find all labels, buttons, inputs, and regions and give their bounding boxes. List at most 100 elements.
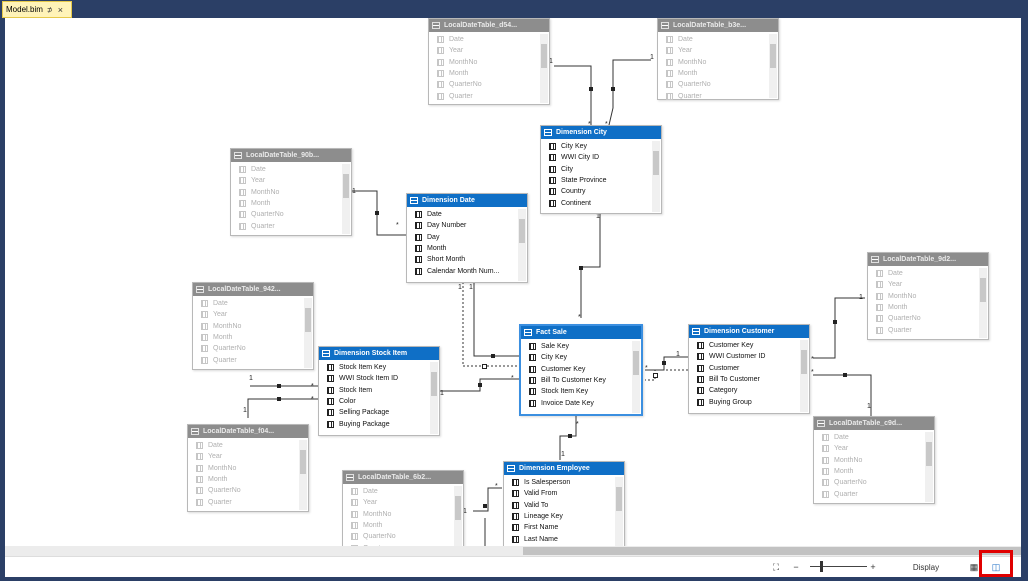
column-row[interactable]: Date (201, 298, 303, 309)
table-header[interactable]: Fact Sale (521, 326, 641, 339)
column-row[interactable]: Sale Key (529, 341, 631, 352)
column-row[interactable]: State Province (549, 175, 651, 186)
table-scrollbar[interactable] (342, 164, 350, 234)
column-row[interactable]: Date (666, 34, 768, 45)
scroll-thumb[interactable] (305, 308, 311, 332)
column-row[interactable]: Month (196, 474, 298, 485)
zoom-out-button[interactable]: − (791, 559, 801, 575)
column-row[interactable]: Date (876, 268, 978, 279)
table-header[interactable]: Dimension Employee (504, 462, 624, 475)
scroll-thumb[interactable] (980, 278, 986, 302)
table-localdatetable-9d2[interactable]: LocalDateTable_9d2... Date Year MonthNo Mon… (867, 252, 989, 340)
column-row[interactable]: QuarterNo (351, 531, 453, 542)
zoom-slider-track[interactable] (810, 566, 867, 567)
scroll-thumb[interactable] (300, 450, 306, 474)
zoom-in-button[interactable]: + (868, 559, 878, 575)
column-row[interactable]: Stock Item (327, 385, 429, 396)
table-header[interactable]: LocalDateTable_f04... (188, 425, 308, 438)
column-row[interactable]: Date (351, 486, 453, 497)
table-scrollbar[interactable] (299, 440, 307, 510)
table-header[interactable]: Dimension Customer (689, 325, 809, 338)
column-row[interactable]: Short Month (415, 254, 517, 265)
table-header[interactable]: Dimension City (541, 126, 661, 139)
table-scrollbar[interactable] (615, 477, 623, 546)
tab-model-bim[interactable]: Model.bim ⊅ × (2, 1, 72, 18)
column-row[interactable]: Year (239, 175, 341, 186)
column-row[interactable]: MonthNo (822, 455, 924, 466)
column-row[interactable]: QuarterNo (239, 209, 341, 220)
column-row[interactable]: Stock Item Key (529, 386, 631, 397)
scroll-thumb[interactable] (523, 547, 1021, 555)
column-row[interactable]: Quarter (196, 496, 298, 507)
column-row[interactable]: Year (822, 443, 924, 454)
column-row[interactable]: Customer (697, 363, 799, 374)
column-row[interactable]: QuarterNo (437, 79, 539, 90)
table-scrollbar[interactable] (800, 340, 808, 412)
table-fact-sale[interactable]: Fact Sale Sale Key City Key Customer Key Bi… (519, 324, 643, 416)
scroll-thumb[interactable] (519, 219, 525, 243)
column-row[interactable]: QuarterNo (876, 313, 978, 324)
column-row[interactable]: Quarter (201, 354, 303, 365)
column-row[interactable]: Date (822, 432, 924, 443)
scroll-thumb[interactable] (343, 174, 349, 198)
column-row[interactable]: WWI Stock Item ID (327, 373, 429, 384)
table-localdatetable-b3e[interactable]: LocalDateTable_b3e... Date Year MonthNo Mon… (657, 18, 779, 100)
table-scrollbar[interactable] (769, 34, 777, 98)
column-row[interactable]: Bill To Customer Key (529, 375, 631, 386)
table-dimension-city[interactable]: Dimension City City Key WWI City ID City St… (540, 125, 662, 214)
table-scrollbar[interactable] (979, 268, 987, 338)
column-row[interactable]: Day Number (415, 220, 517, 231)
table-localdatetable-90b[interactable]: LocalDateTable_90b... Date Year MonthNo Mon… (230, 148, 352, 236)
column-row[interactable]: MonthNo (437, 57, 539, 68)
column-row[interactable]: Quarter (666, 90, 768, 101)
column-row[interactable]: QuarterNo (822, 477, 924, 488)
column-row[interactable]: Year (876, 279, 978, 290)
column-row[interactable]: Continent (549, 197, 651, 208)
column-row[interactable]: QuarterNo (196, 485, 298, 496)
column-row[interactable]: Stock Item Key (327, 362, 429, 373)
scroll-thumb[interactable] (653, 151, 659, 175)
table-header[interactable]: LocalDateTable_942... (193, 283, 313, 296)
scroll-thumb[interactable] (633, 351, 639, 375)
table-scrollbar[interactable] (304, 298, 312, 368)
table-scrollbar[interactable] (430, 362, 438, 434)
column-row[interactable]: Day (415, 232, 517, 243)
scroll-thumb[interactable] (926, 442, 932, 466)
column-row[interactable]: Year (351, 497, 453, 508)
table-localdatetable-6b2[interactable]: LocalDateTable_6b2... Date Year MonthNo Mon… (342, 470, 464, 546)
column-row[interactable]: City Key (529, 352, 631, 363)
table-dimension-employee[interactable]: Dimension Employee Is Salesperson Valid F… (503, 461, 625, 546)
column-row[interactable]: Is Salesperson (512, 477, 614, 488)
column-row[interactable]: Customer Key (529, 364, 631, 375)
column-row[interactable]: Year (666, 45, 768, 56)
table-scrollbar[interactable] (518, 209, 526, 281)
column-row[interactable]: Invoice Date Key (529, 397, 631, 408)
column-row[interactable]: MonthNo (201, 321, 303, 332)
column-row[interactable]: WWI City ID (549, 152, 651, 163)
column-row[interactable]: Category (697, 385, 799, 396)
table-header[interactable]: Dimension Date (407, 194, 527, 207)
table-dimension-stock-item[interactable]: Dimension Stock Item Stock Item Key WWI S… (318, 346, 440, 436)
scroll-thumb[interactable] (801, 350, 807, 374)
column-row[interactable]: Year (196, 451, 298, 462)
table-dimension-date[interactable]: Dimension Date Date Day Number Day Month Sho… (406, 193, 528, 283)
table-header[interactable]: LocalDateTable_d54... (429, 19, 549, 32)
column-row[interactable]: Date (196, 440, 298, 451)
column-row[interactable]: Quarter (239, 220, 341, 231)
column-row[interactable]: Year (437, 45, 539, 56)
column-row[interactable]: Quarter (822, 488, 924, 499)
column-row[interactable]: Month (822, 466, 924, 477)
column-row[interactable]: Last Name (512, 533, 614, 544)
column-row[interactable]: WWI Customer ID (697, 351, 799, 362)
column-row[interactable]: Quarter (437, 90, 539, 101)
column-row[interactable]: Bill To Customer (697, 374, 799, 385)
table-header[interactable]: LocalDateTable_b3e... (658, 19, 778, 32)
horizontal-scrollbar[interactable] (5, 546, 1021, 556)
column-row[interactable]: MonthNo (196, 463, 298, 474)
table-header[interactable]: LocalDateTable_90b... (231, 149, 351, 162)
column-row[interactable]: Valid From (512, 488, 614, 499)
column-row[interactable]: Date (437, 34, 539, 45)
column-row[interactable]: Customer Key (697, 340, 799, 351)
table-localdatetable-f04[interactable]: LocalDateTable_f04... Date Year MonthNo Mon… (187, 424, 309, 512)
table-header[interactable]: Dimension Stock Item (319, 347, 439, 360)
